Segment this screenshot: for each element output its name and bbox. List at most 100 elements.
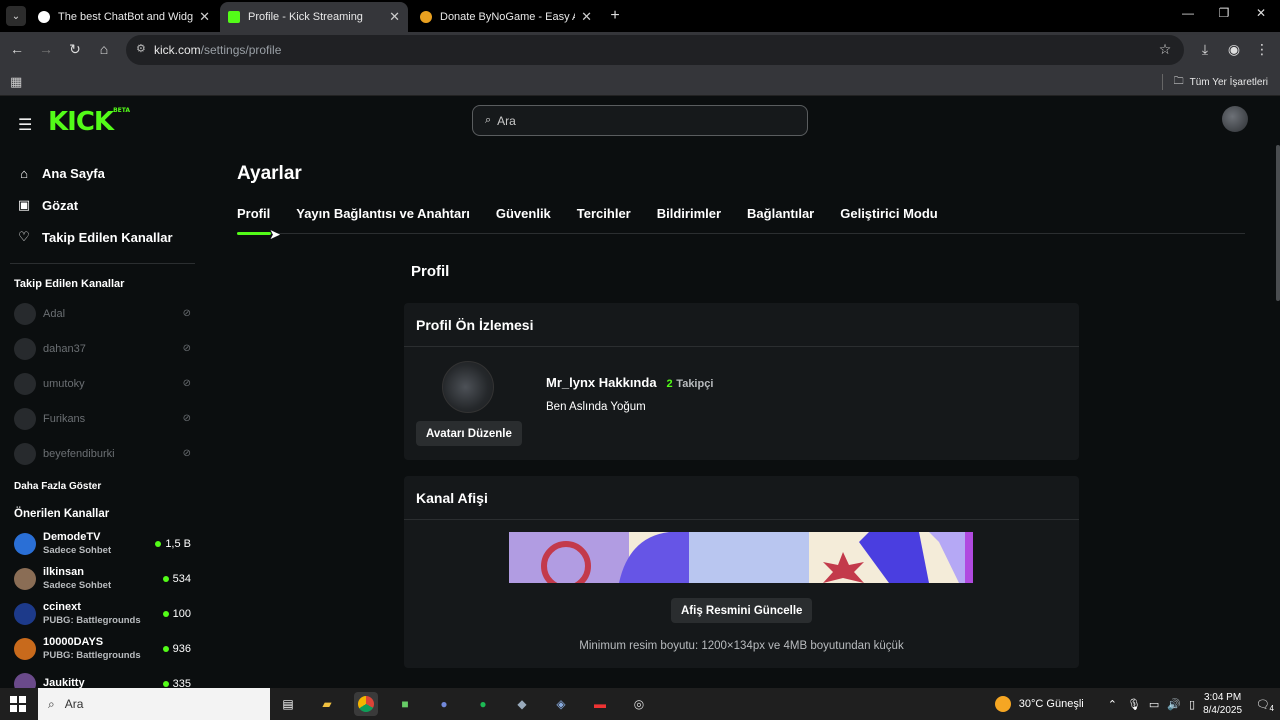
search-icon: ⌕ <box>485 114 492 126</box>
voicemeeter-icon[interactable]: ▬ <box>588 692 612 716</box>
close-window-icon[interactable]: ✕ <box>1251 6 1271 20</box>
new-tab-button[interactable]: + <box>606 6 624 26</box>
tab-security[interactable]: Güvenlik <box>496 206 551 221</box>
tab-notifications[interactable]: Bildirimler <box>657 206 721 221</box>
tab-profile[interactable]: Profil <box>237 206 270 221</box>
page-title: Ayarlar <box>237 163 302 184</box>
apps-grid-icon[interactable]: ▦ <box>10 74 22 90</box>
offline-icon: ⊘ <box>182 308 191 319</box>
taskbar-search-input[interactable]: ⌕ Ara <box>38 688 270 720</box>
back-icon[interactable]: ← <box>8 41 26 57</box>
site-info-icon[interactable]: ⚙ <box>136 42 146 55</box>
browse-icon: ▣ <box>17 197 31 212</box>
network-icon[interactable]: ▭ <box>1149 698 1159 711</box>
forward-icon[interactable]: → <box>37 41 55 57</box>
offline-icon: ⊘ <box>182 378 191 389</box>
avatar <box>14 302 36 325</box>
tab-search-button[interactable]: ⌄ <box>6 6 26 26</box>
weather-widget[interactable]: 30°C Güneşli <box>994 696 1084 712</box>
url-host: kick.com <box>154 43 201 57</box>
tab-preferences[interactable]: Tercihler <box>577 206 631 221</box>
page-scrollbar[interactable] <box>1276 145 1280 301</box>
volume-icon[interactable]: 🔊 <box>1167 698 1181 711</box>
profile-bio: Ben Aslında Yoğum <box>546 401 646 413</box>
recommended-channel[interactable]: 10000DAYS PUBG: Battlegrounds 936 <box>0 631 205 666</box>
tabs-divider <box>237 233 1245 234</box>
spotify-icon[interactable]: ● <box>471 692 495 716</box>
tab-stream-key[interactable]: Yayın Bağlantısı ve Anahtarı <box>296 206 470 221</box>
avatar <box>14 407 36 430</box>
live-dot-icon <box>162 680 169 687</box>
update-banner-button[interactable]: Afiş Resmini Güncelle <box>671 598 813 623</box>
show-more-link[interactable]: Daha Fazla Göster <box>0 481 205 492</box>
heart-icon: ♡ <box>18 229 30 244</box>
windows-start-icon[interactable] <box>10 696 26 712</box>
browser-tab-strip: ⌄ The best ChatBot and Widgets ✕ Profile… <box>0 0 1280 32</box>
kick-logo[interactable]: KICKBETA <box>48 107 130 137</box>
sidebar-divider <box>10 263 195 264</box>
close-tab-icon[interactable]: ✕ <box>581 9 592 25</box>
followed-channel[interactable]: Furikans ⊘ <box>0 401 205 436</box>
launcher-icon[interactable]: ◈ <box>549 692 573 716</box>
live-dot-icon <box>155 540 162 547</box>
obs-icon[interactable]: ◎ <box>627 692 651 716</box>
hamburger-menu-icon[interactable]: ☰ <box>18 115 32 135</box>
followed-channel[interactable]: umutoky ⊘ <box>0 366 205 401</box>
minecraft-icon[interactable]: ■ <box>393 692 417 716</box>
tab-connections[interactable]: Bağlantılar <box>747 206 814 221</box>
close-tab-icon[interactable]: ✕ <box>389 9 400 25</box>
active-tab-indicator <box>237 232 271 235</box>
kick-favicon-icon <box>228 11 240 23</box>
task-view-icon[interactable]: ▤ <box>276 692 300 716</box>
recommended-channel[interactable]: Jaukitty 335 <box>0 666 205 688</box>
clock[interactable]: 3:04 PM 8/4/2025 <box>1203 691 1242 717</box>
download-icon[interactable]: ⤓ <box>1196 41 1214 58</box>
steam-icon[interactable]: ◆ <box>510 692 534 716</box>
taskbar-apps: ▤ ▰ ■ ● ● ◆ ◈ ▬ ◎ <box>276 692 651 716</box>
reload-icon[interactable]: ↻ <box>66 41 84 58</box>
followed-channel[interactable]: dahan37 ⊘ <box>0 331 205 366</box>
sidebar-item-browse[interactable]: ▣ Gözat <box>0 189 205 221</box>
discord-icon[interactable]: ● <box>432 692 456 716</box>
tray-chevron-icon[interactable]: ⌃ <box>1108 698 1117 711</box>
profile-icon[interactable]: ◉ <box>1225 41 1243 58</box>
avatar <box>14 567 36 590</box>
chrome-icon[interactable] <box>354 692 378 716</box>
browser-tab[interactable]: The best ChatBot and Widgets ✕ <box>30 2 218 32</box>
avatar <box>14 637 36 660</box>
battery-icon[interactable]: ▯ <box>1189 698 1195 711</box>
search-input[interactable]: ⌕ Ara <box>472 105 808 136</box>
menu-icon[interactable]: ⋮ <box>1253 41 1271 58</box>
file-explorer-icon[interactable]: ▰ <box>315 692 339 716</box>
recommended-channel[interactable]: DemodeTV Sadece Sohbet 1,5 B <box>0 526 205 561</box>
bynogame-favicon-icon <box>420 11 432 23</box>
address-bar[interactable]: kick.com/settings/profile <box>126 35 1184 65</box>
notification-icon[interactable]: 🗨 4 <box>1256 698 1274 713</box>
folder-icon: 🗀 <box>1173 76 1184 87</box>
microphone-icon[interactable]: 🎙 <box>1127 698 1141 711</box>
followed-channel[interactable]: beyefendiburki ⊘ <box>0 436 205 471</box>
browser-tab[interactable]: Donate ByNoGame - Easy Appl ✕ <box>412 2 600 32</box>
section-title: Profil <box>411 263 450 280</box>
recommended-channel[interactable]: ccinext PUBG: Battlegrounds 100 <box>0 596 205 631</box>
close-tab-icon[interactable]: ✕ <box>199 9 210 25</box>
home-icon[interactable]: ⌂ <box>95 41 113 57</box>
user-avatar[interactable] <box>1222 106 1248 132</box>
maximize-icon[interactable]: ❐ <box>1214 6 1234 20</box>
profile-avatar <box>442 361 494 413</box>
followed-channel[interactable]: Adal ⊘ <box>0 296 205 331</box>
recommended-channel[interactable]: ilkinsan Sadece Sohbet 534 <box>0 561 205 596</box>
follower-label: Takipçi <box>676 378 714 390</box>
minimize-icon[interactable]: — <box>1178 6 1198 20</box>
sidebar-item-following[interactable]: ♡ Takip Edilen Kanallar <box>0 221 205 253</box>
sidebar: ⌂ Ana Sayfa ▣ Gözat ♡ Takip Edilen Kanal… <box>0 157 205 688</box>
all-bookmarks-button[interactable]: 🗀 Tüm Yer İşaretleri <box>1174 74 1268 91</box>
banner-image <box>509 532 973 583</box>
edit-avatar-button[interactable]: Avatarı Düzenle <box>416 421 522 446</box>
home-icon: ⌂ <box>20 165 28 181</box>
bookmark-star-icon[interactable]: ☆ <box>1156 41 1174 58</box>
settings-tabs: Profil Yayın Bağlantısı ve Anahtarı Güve… <box>237 206 964 221</box>
tab-developer[interactable]: Geliştirici Modu <box>840 206 938 221</box>
browser-tab-active[interactable]: Profile - Kick Streaming ✕ <box>220 2 408 32</box>
sidebar-item-home[interactable]: ⌂ Ana Sayfa <box>0 157 205 189</box>
